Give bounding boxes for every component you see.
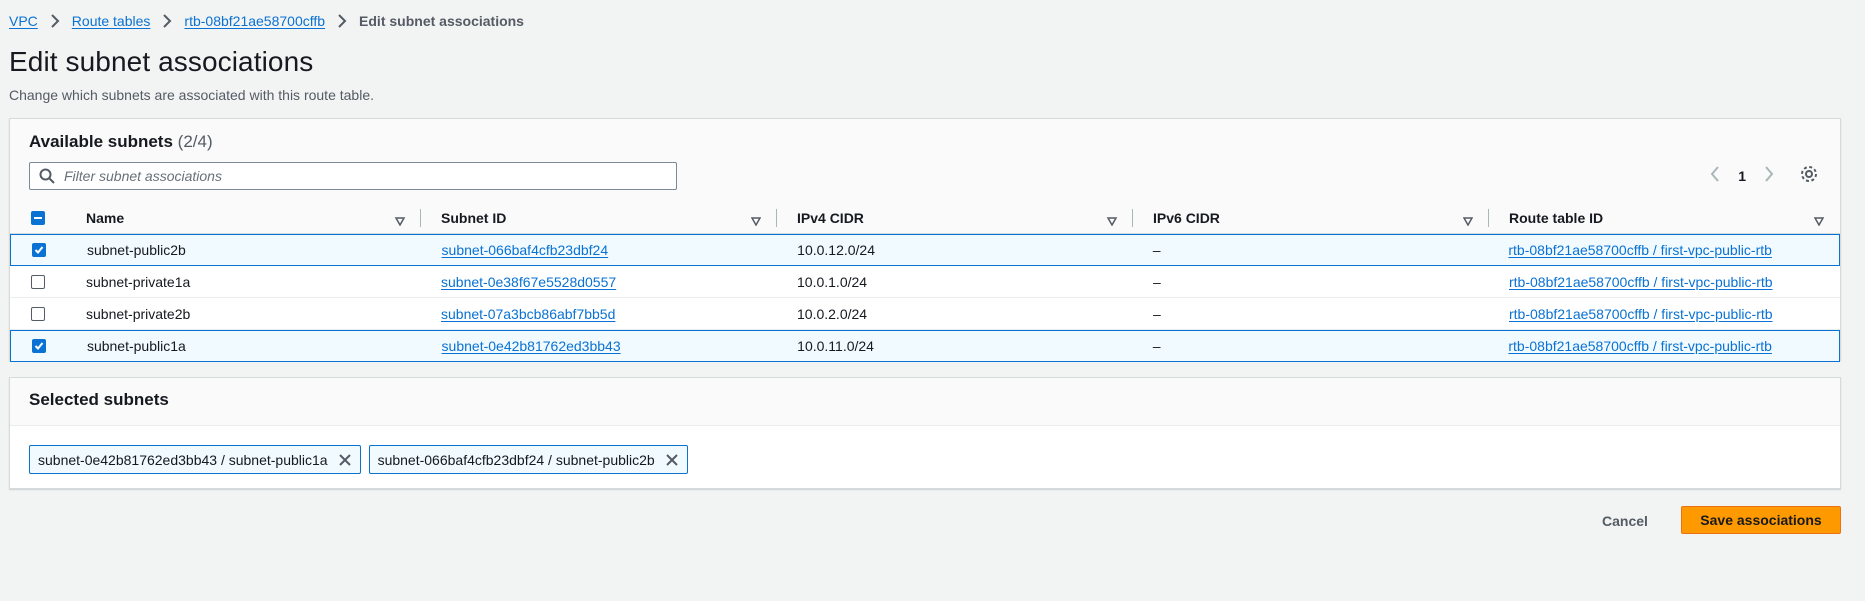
breadcrumb-current: Edit subnet associations: [359, 13, 524, 29]
cell-ipv4-cidr: 10.0.12.0/24: [797, 242, 876, 258]
cell-name: subnet-private1a: [86, 273, 191, 290]
column-header-ipv4-cidr[interactable]: IPv4 CIDR: [777, 202, 1133, 233]
cell-ipv4-cidr: 10.0.11.0/24: [797, 338, 874, 354]
table-row[interactable]: subnet-public2b subnet-066baf4cfb23dbf24…: [10, 234, 1840, 266]
table-row[interactable]: subnet-public1a subnet-0e42b81762ed3bb43…: [10, 330, 1840, 362]
selected-token: subnet-0e42b81762ed3bb43 / subnet-public…: [29, 445, 361, 474]
cell-name: subnet-public1a: [86, 338, 186, 354]
cell-route-table: rtb-08bf21ae58700cffb / first-vpc-public…: [1489, 298, 1840, 329]
cell-name: subnet-public2b: [86, 242, 186, 258]
breadcrumb-vpc[interactable]: VPC: [9, 13, 38, 29]
cell-ipv6-cidr: –: [1152, 338, 1161, 354]
cell-subnet-id: subnet-0e38f67e5528d0557: [421, 266, 777, 297]
close-icon[interactable]: [665, 453, 679, 467]
cell-ipv4-cidr: 10.0.2.0/24: [797, 305, 868, 322]
cell-ipv6-cidr: –: [1152, 242, 1161, 258]
column-label: IPv6 CIDR: [1153, 209, 1220, 226]
table-row[interactable]: subnet-private1a subnet-0e38f67e5528d055…: [10, 266, 1840, 298]
pagination: 1: [1710, 166, 1774, 185]
column-label: IPv4 CIDR: [797, 209, 864, 226]
route-table-link[interactable]: rtb-08bf21ae58700cffb / first-vpc-public…: [1508, 338, 1772, 354]
row-checkbox-cell: [10, 298, 66, 329]
sort-caret-icon[interactable]: [1462, 213, 1474, 229]
sort-caret-icon[interactable]: [394, 213, 406, 229]
route-table-link[interactable]: rtb-08bf21ae58700cffb / first-vpc-public…: [1508, 242, 1772, 258]
page-number[interactable]: 1: [1738, 168, 1746, 184]
save-associations-button[interactable]: Save associations: [1681, 506, 1841, 534]
settings-gear-icon[interactable]: [1800, 165, 1818, 186]
subnets-table: Name Subnet ID IPv4 CIDR IPv6 CIDR Route: [10, 202, 1840, 362]
chevron-right-icon: [337, 14, 347, 28]
cell-subnet-id: subnet-0e42b81762ed3bb43: [422, 331, 778, 361]
selected-subnets-header: [10, 378, 1840, 426]
route-table-link[interactable]: rtb-08bf21ae58700cffb / first-vpc-public…: [1509, 306, 1773, 322]
selected-subnets-panel: Selected subnets subnet-0e42b81762ed3bb4…: [9, 377, 1841, 489]
route-table-link[interactable]: rtb-08bf21ae58700cffb / first-vpc-public…: [1509, 274, 1773, 290]
column-label: Name: [86, 209, 125, 226]
chevron-left-icon[interactable]: [1710, 166, 1720, 185]
table-row[interactable]: subnet-private2b subnet-07a3bcb86abf7bb5…: [10, 298, 1840, 330]
sort-caret-icon[interactable]: [1813, 213, 1825, 229]
cell-route-table: rtb-08bf21ae58700cffb / first-vpc-public…: [1488, 235, 1839, 265]
sort-caret-icon[interactable]: [1106, 213, 1118, 229]
available-subnets-header: Available subnets (2/4): [29, 132, 213, 152]
cell-subnet-id: subnet-066baf4cfb23dbf24: [422, 235, 778, 265]
cell-subnet-id: subnet-07a3bcb86abf7bb5d: [421, 298, 777, 329]
column-label: Subnet ID: [441, 209, 507, 226]
breadcrumb-route-tables[interactable]: Route tables: [72, 13, 151, 29]
column-header-route-table-id[interactable]: Route table ID: [1489, 202, 1840, 233]
row-checkbox-cell: [11, 235, 67, 265]
selected-tokens: subnet-0e42b81762ed3bb43 / subnet-public…: [29, 445, 688, 474]
chevron-right-icon: [162, 14, 172, 28]
column-label: Route table ID: [1509, 209, 1604, 226]
subnet-id-link[interactable]: subnet-07a3bcb86abf7bb5d: [441, 306, 615, 322]
column-header-name[interactable]: Name: [66, 202, 421, 233]
cancel-button[interactable]: Cancel: [1590, 507, 1660, 535]
breadcrumb-route-table-id[interactable]: rtb-08bf21ae58700cffb: [184, 13, 325, 29]
select-all-checkbox[interactable]: [31, 210, 45, 225]
row-checkbox-cell: [11, 331, 67, 361]
available-subnets-title: Available subnets: [29, 132, 173, 151]
filter-input[interactable]: [64, 168, 676, 184]
column-header-ipv6-cidr[interactable]: IPv6 CIDR: [1133, 202, 1489, 233]
available-subnets-panel: Available subnets (2/4) 1 Name: [9, 118, 1841, 362]
filter-field[interactable]: [29, 162, 677, 190]
page-description: Change which subnets are associated with…: [9, 87, 374, 103]
token-label: subnet-066baf4cfb23dbf24 / subnet-public…: [377, 451, 655, 468]
chevron-right-icon: [50, 14, 60, 28]
sort-caret-icon[interactable]: [750, 213, 762, 229]
column-header-subnet-id[interactable]: Subnet ID: [421, 202, 777, 233]
page-title: Edit subnet associations: [9, 46, 314, 77]
subnet-id-link[interactable]: subnet-0e42b81762ed3bb43: [442, 338, 621, 354]
subnet-id-link[interactable]: subnet-066baf4cfb23dbf24: [442, 242, 609, 258]
row-checkbox[interactable]: [31, 274, 45, 289]
subnet-id-link[interactable]: subnet-0e38f67e5528d0557: [441, 274, 616, 290]
cell-ipv4-cidr: 10.0.1.0/24: [797, 273, 868, 290]
table-header: Name Subnet ID IPv4 CIDR IPv6 CIDR Route: [10, 202, 1840, 234]
cell-route-table: rtb-08bf21ae58700cffb / first-vpc-public…: [1489, 266, 1840, 297]
close-icon[interactable]: [338, 453, 352, 467]
row-checkbox[interactable]: [31, 243, 46, 257]
chevron-right-icon[interactable]: [1764, 166, 1774, 185]
cell-ipv6-cidr: –: [1153, 305, 1161, 322]
selected-token: subnet-066baf4cfb23dbf24 / subnet-public…: [368, 445, 688, 474]
cell-ipv6-cidr: –: [1153, 273, 1161, 290]
row-checkbox[interactable]: [31, 339, 46, 353]
token-label: subnet-0e42b81762ed3bb43 / subnet-public…: [38, 451, 328, 468]
search-icon: [30, 168, 64, 184]
selected-subnets-title: Selected subnets: [29, 390, 169, 409]
row-checkbox-cell: [10, 266, 66, 297]
select-all-cell: [10, 202, 66, 233]
cell-route-table: rtb-08bf21ae58700cffb / first-vpc-public…: [1488, 331, 1839, 361]
breadcrumb: VPC Route tables rtb-08bf21ae58700cffb E…: [9, 13, 524, 29]
row-checkbox[interactable]: [31, 306, 45, 321]
available-subnets-count: (2/4): [177, 132, 213, 151]
cell-name: subnet-private2b: [86, 305, 191, 322]
